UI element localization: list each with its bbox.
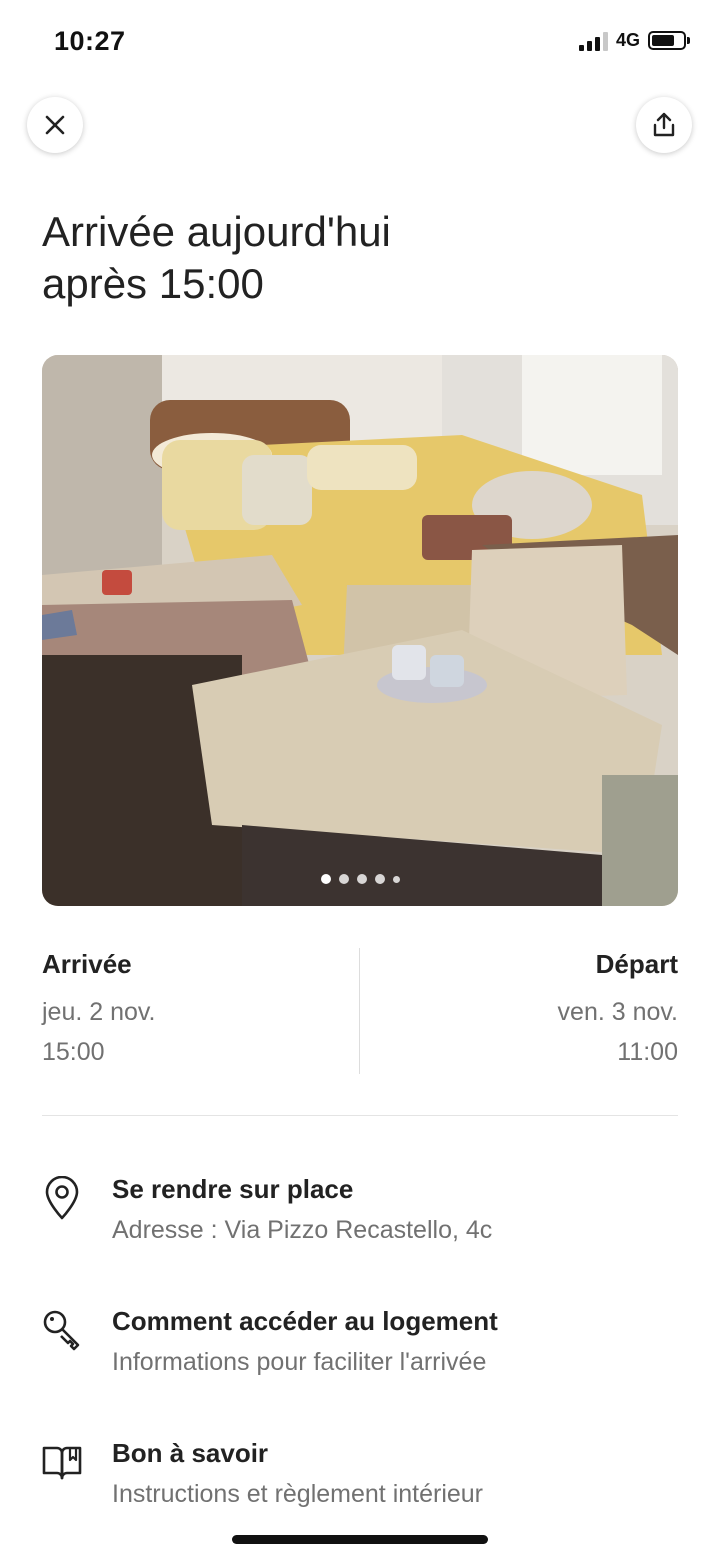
listing-photo-carousel[interactable] [42,355,678,906]
directions-item[interactable]: Se rendre sur place Adresse : Via Pizzo … [42,1172,678,1262]
access-title: Comment accéder au logement [112,1306,498,1336]
share-button[interactable] [636,97,692,153]
page-title: Arrivée aujourd'hui après 15:00 [42,206,682,310]
status-indicators: 4G [578,30,690,51]
status-time: 10:27 [54,26,126,56]
house-rules-item[interactable]: Bon à savoir Instructions et règlement i… [42,1436,678,1526]
listing-photo [42,355,678,906]
access-instructions-item[interactable]: Comment accéder au logement Informations… [42,1304,678,1394]
key-icon [43,1310,80,1351]
checkout-block: Départ ven. 3 nov. 11:00 [378,946,678,1070]
map-pin-icon [45,1176,79,1220]
title-line-2: après 15:00 [42,260,264,307]
network-type: 4G [615,30,640,50]
access-subtitle: Informations pour faciliter l'arrivée [112,1348,487,1376]
reservation-dates: Arrivée jeu. 2 nov. 15:00 Départ ven. 3 … [42,946,678,1074]
carousel-dot [374,874,385,884]
share-icon [653,112,675,137]
title-line-1: Arrivée aujourd'hui [42,208,391,255]
dates-divider [359,948,360,1074]
directions-title: Se rendre sur place [112,1174,354,1204]
carousel-dot [392,875,400,883]
checkin-date: jeu. 2 nov. [42,998,156,1026]
carousel-dots [42,874,678,884]
checkout-label: Départ [595,949,678,979]
status-bar: 10:27 4G [0,0,720,86]
close-icon [45,115,65,135]
directions-subtitle: Adresse : Via Pizzo Recastello, 4c [112,1216,493,1244]
house-rules-title: Bon à savoir [112,1438,269,1468]
carousel-dot [356,874,367,884]
signal-icon [578,31,608,51]
close-button[interactable] [27,97,83,153]
house-rules-subtitle: Instructions et règlement intérieur [112,1480,484,1508]
checkin-label: Arrivée [42,949,132,979]
checkin-block: Arrivée jeu. 2 nov. 15:00 [42,946,342,1070]
carousel-dot [338,874,349,884]
checkout-date: ven. 3 nov. [557,998,678,1026]
home-indicator[interactable] [232,1535,488,1544]
checkin-time: 15:00 [42,1038,105,1066]
battery-icon [648,31,690,50]
book-icon [42,1446,82,1480]
section-divider [42,1115,678,1116]
checkout-time: 11:00 [617,1038,678,1066]
carousel-dot-active [320,874,331,884]
